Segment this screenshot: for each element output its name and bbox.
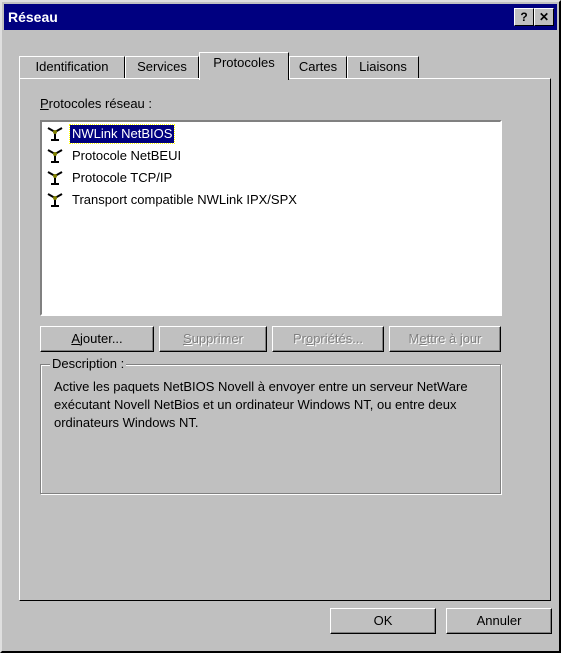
window-title: Réseau	[8, 9, 58, 25]
list-item[interactable]: Protocole NetBEUI	[46, 146, 183, 166]
update-button[interactable]: Mettre à jour	[389, 326, 501, 352]
add-accel: A	[71, 331, 81, 346]
tab-identification[interactable]: Identification	[19, 56, 125, 78]
remove-accel: S	[183, 331, 192, 346]
remove-button[interactable]: Supprimer	[159, 326, 267, 352]
ok-button[interactable]: OK	[330, 608, 436, 634]
network-protocol-icon	[47, 149, 63, 163]
list-item[interactable]: NWLink NetBIOS	[46, 124, 176, 144]
protocols-label-rest: rotocoles réseau :	[48, 96, 153, 111]
title-bar: Réseau ? ✕	[4, 4, 557, 30]
help-button[interactable]: ?	[514, 8, 534, 26]
remove-rest: upprimer	[191, 331, 243, 346]
protocols-label-accel: P	[40, 96, 49, 111]
properties-pre: Pr	[292, 331, 306, 346]
network-protocol-icon	[47, 127, 63, 141]
close-button[interactable]: ✕	[534, 8, 554, 26]
list-item[interactable]: Transport compatible NWLink IPX/SPX	[46, 190, 299, 210]
network-protocol-icon	[47, 171, 63, 185]
protocols-list[interactable]: NWLink NetBIOS Protocole NetBEUI Protoco…	[40, 120, 502, 316]
tab-protocoles[interactable]: Protocoles	[199, 52, 289, 80]
protocol-label: NWLink NetBIOS	[68, 124, 176, 144]
properties-rest: priétés...	[313, 331, 364, 346]
tab-services[interactable]: Services	[125, 56, 199, 78]
update-accel: e	[419, 331, 427, 346]
description-text: Active les paquets NetBIOS Novell à envo…	[54, 379, 468, 430]
tab-cartes[interactable]: Cartes	[289, 56, 347, 78]
add-rest: jouter...	[80, 331, 123, 346]
cancel-button[interactable]: Annuler	[446, 608, 552, 634]
properties-button[interactable]: Propriétés...	[272, 326, 384, 352]
protocol-label: Protocole NetBEUI	[72, 148, 182, 163]
update-pre: M	[408, 331, 420, 346]
list-item[interactable]: Protocole TCP/IP	[46, 168, 174, 188]
add-button[interactable]: Ajouter...	[40, 326, 154, 352]
network-protocol-icon	[47, 193, 63, 207]
protocol-label: Transport compatible NWLink IPX/SPX	[72, 192, 297, 207]
protocol-label: Protocole TCP/IP	[72, 170, 173, 185]
protocols-label: Protocoles réseau :	[40, 96, 152, 111]
network-dialog: Réseau ? ✕ Identification Services Proto…	[0, 0, 561, 653]
update-rest: ttre à jour	[426, 331, 482, 346]
description-title: Description :	[50, 356, 127, 371]
tab-liaisons[interactable]: Liaisons	[347, 56, 419, 78]
